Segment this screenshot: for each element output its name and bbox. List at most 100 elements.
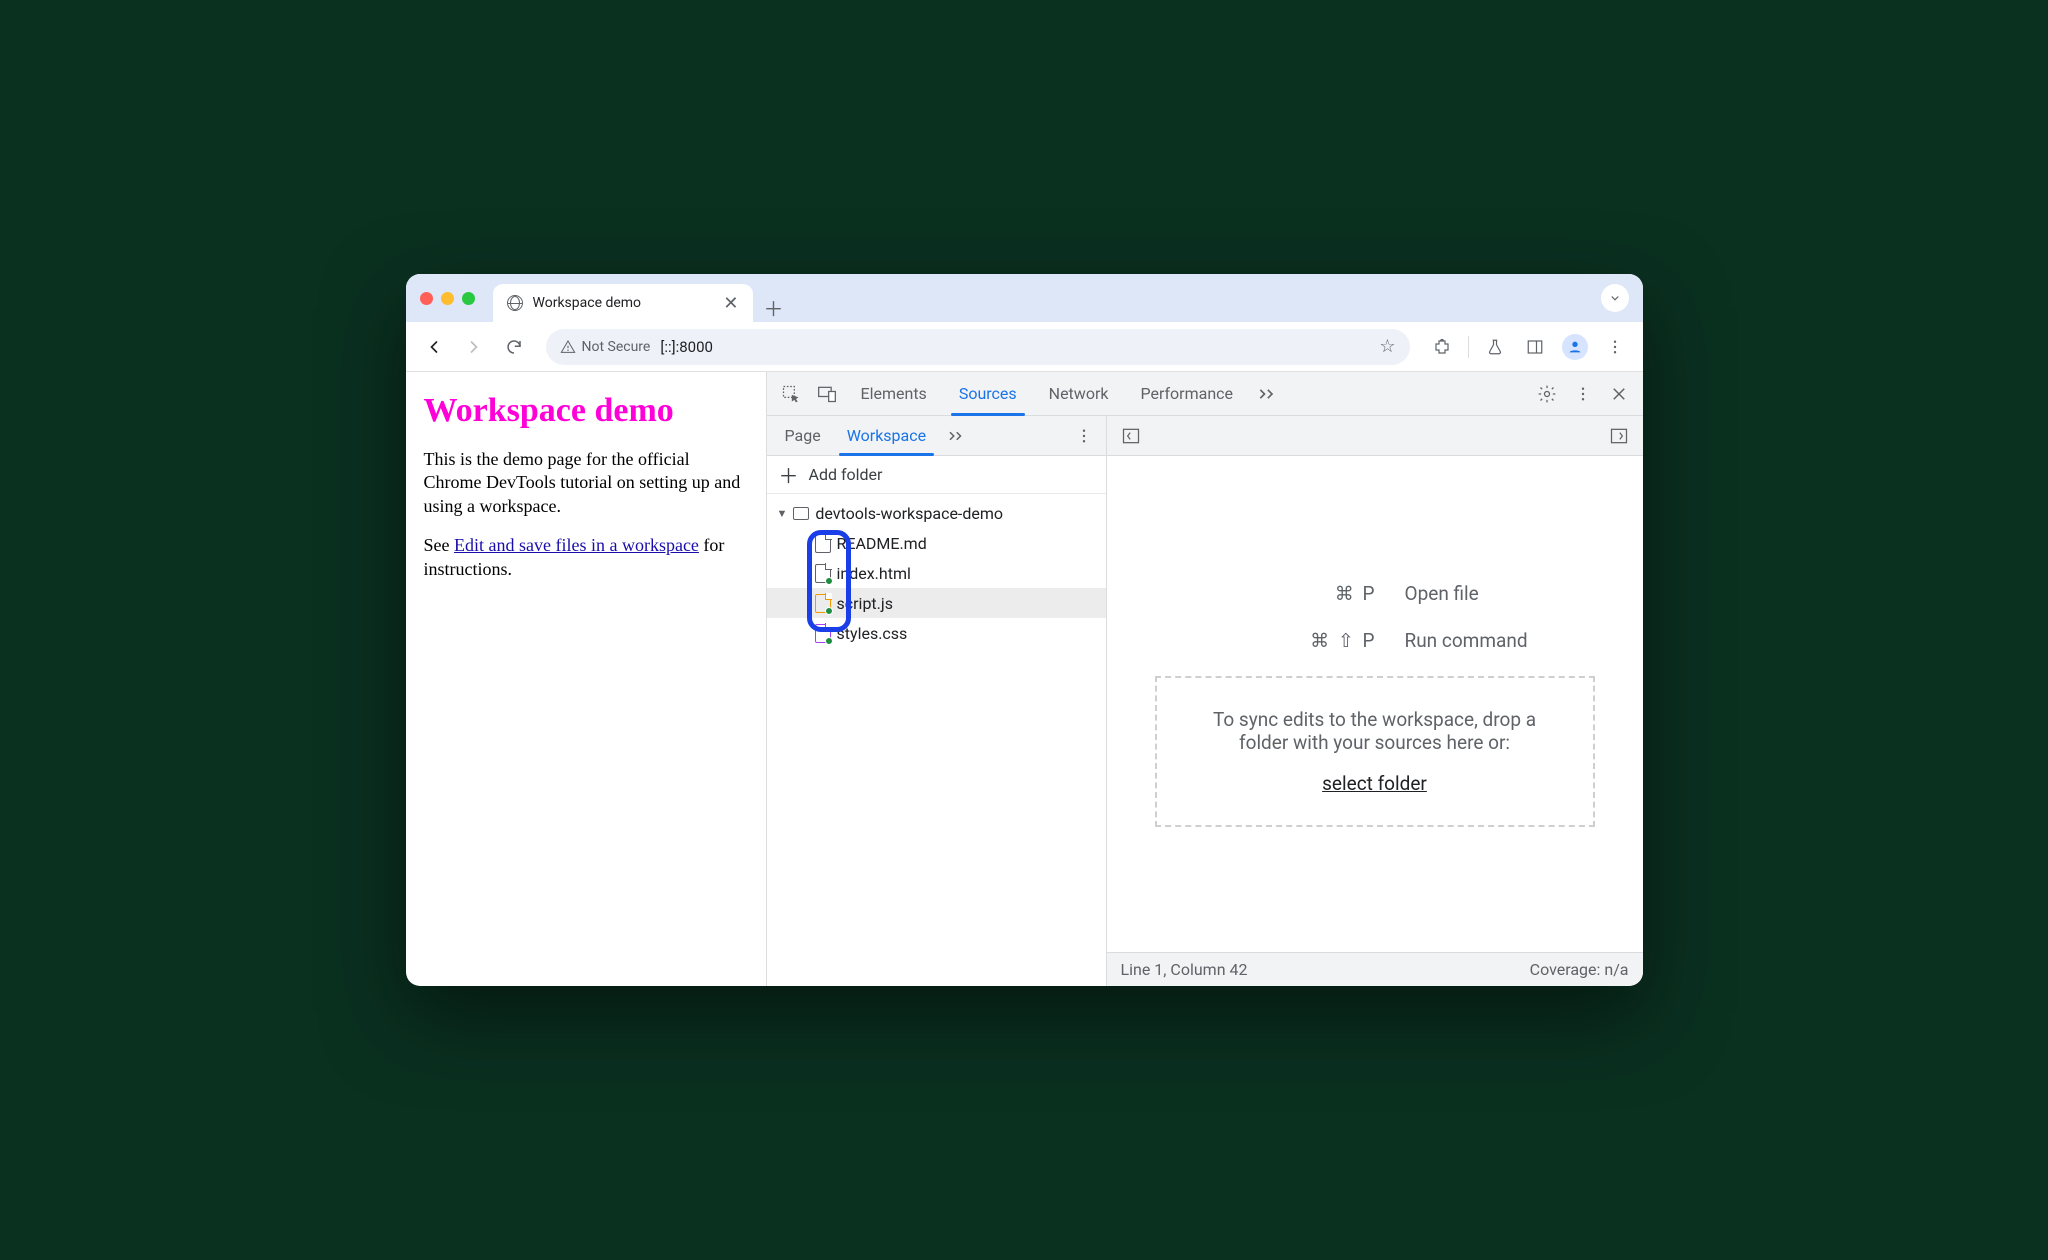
folder-icon — [793, 507, 809, 520]
shortcut-label: Run command — [1405, 629, 1565, 652]
page-paragraph-2: See Edit and save files in a workspace f… — [424, 534, 748, 581]
kebab-icon — [1606, 338, 1624, 356]
side-panel-button[interactable] — [1517, 329, 1553, 365]
file-label: styles.css — [837, 624, 908, 643]
reload-button[interactable] — [496, 329, 532, 365]
panel-left-icon — [1121, 426, 1141, 446]
arrow-left-icon — [424, 337, 444, 357]
folder-label: devtools-workspace-demo — [815, 504, 1003, 523]
tab-strip: Workspace demo ✕ ＋ — [493, 274, 789, 322]
profile-button[interactable] — [1557, 329, 1593, 365]
show-debugger-button[interactable] — [1603, 420, 1635, 452]
plus-icon: ＋ — [779, 460, 799, 489]
panel-right-icon — [1609, 426, 1629, 446]
labs-button[interactable] — [1477, 329, 1513, 365]
kebab-icon — [1574, 385, 1592, 403]
gear-icon — [1537, 384, 1557, 404]
sources-navigator: Page Workspace ＋ Add folder — [767, 416, 1107, 986]
page-heading: Workspace demo — [424, 392, 748, 430]
file-tree: ▼ devtools-workspace-demo README.md inde… — [767, 494, 1106, 986]
security-status[interactable]: Not Secure — [560, 339, 651, 355]
globe-icon — [507, 295, 523, 311]
inspect-element-button[interactable] — [775, 378, 807, 410]
tree-file-styles[interactable]: styles.css — [767, 618, 1106, 648]
synced-icon — [825, 637, 833, 645]
back-button[interactable] — [416, 329, 452, 365]
devtools-menu-button[interactable] — [1567, 378, 1599, 410]
close-icon — [1610, 385, 1628, 403]
select-folder-link[interactable]: select folder — [1322, 772, 1427, 795]
device-toolbar-button[interactable] — [811, 378, 843, 410]
tree-file-readme[interactable]: README.md — [767, 528, 1106, 558]
forward-button[interactable] — [456, 329, 492, 365]
file-icon — [815, 564, 831, 583]
panel-icon — [1526, 338, 1544, 356]
tab-sources[interactable]: Sources — [945, 372, 1031, 416]
close-window-button[interactable] — [420, 292, 433, 305]
tab-actions — [1601, 284, 1629, 312]
bookmark-button[interactable]: ☆ — [1379, 336, 1395, 357]
more-subtabs-button[interactable] — [940, 420, 972, 452]
shortcut-run-command: ⌘ ⇧ P Run command — [1185, 629, 1565, 652]
devtools-tabbar: Elements Sources Network Performance — [767, 372, 1643, 416]
subtab-workspace[interactable]: Workspace — [835, 416, 938, 456]
subtab-page[interactable]: Page — [773, 416, 833, 456]
browser-window: Workspace demo ✕ ＋ Not Secure [::]:8000 — [406, 274, 1643, 986]
tree-file-script[interactable]: script.js — [767, 588, 1106, 618]
tab-performance[interactable]: Performance — [1126, 372, 1247, 416]
browser-tab[interactable]: Workspace demo ✕ — [493, 284, 753, 322]
address-bar[interactable]: Not Secure [::]:8000 ☆ — [546, 329, 1410, 365]
sources-editor: ⌘ P Open file ⌘ ⇧ P Run command To sync … — [1107, 416, 1643, 986]
dropzone-text: To sync edits to the workspace, drop a f… — [1193, 708, 1557, 754]
cursor-position: Line 1, Column 42 — [1121, 960, 1248, 979]
page-paragraph-1: This is the demo page for the official C… — [424, 448, 748, 518]
editor-toolbar — [1107, 416, 1643, 456]
kebab-icon — [1075, 427, 1093, 445]
titlebar: Workspace demo ✕ ＋ — [406, 274, 1643, 322]
tabs-dropdown-button[interactable] — [1601, 284, 1629, 312]
add-folder-button[interactable]: ＋ Add folder — [767, 456, 1106, 494]
person-icon — [1567, 339, 1583, 355]
file-label: script.js — [837, 594, 893, 613]
tutorial-link[interactable]: Edit and save files in a workspace — [454, 535, 699, 555]
url-text: [::]:8000 — [660, 338, 713, 356]
minimize-window-button[interactable] — [441, 292, 454, 305]
file-icon — [815, 624, 831, 643]
navigator-tabs: Page Workspace — [767, 416, 1106, 456]
file-label: index.html — [837, 564, 911, 583]
close-devtools-button[interactable] — [1603, 378, 1635, 410]
synced-icon — [825, 607, 833, 615]
tab-title: Workspace demo — [533, 295, 642, 311]
devtools-panel: Elements Sources Network Performance — [766, 372, 1643, 986]
main-area: Workspace demo This is the demo page for… — [406, 372, 1643, 986]
editor-placeholder: ⌘ P Open file ⌘ ⇧ P Run command To sync … — [1107, 456, 1643, 952]
new-tab-button[interactable]: ＋ — [759, 292, 789, 322]
maximize-window-button[interactable] — [462, 292, 475, 305]
close-tab-icon[interactable]: ✕ — [723, 293, 738, 314]
chevron-down-icon — [1608, 291, 1622, 305]
more-tabs-button[interactable] — [1251, 378, 1283, 410]
add-folder-label: Add folder — [809, 465, 883, 484]
tab-elements[interactable]: Elements — [847, 372, 941, 416]
shortcut-open-file: ⌘ P Open file — [1185, 582, 1565, 605]
window-controls — [420, 292, 475, 305]
synced-icon — [825, 577, 833, 585]
extensions-button[interactable] — [1424, 329, 1460, 365]
show-navigator-button[interactable] — [1115, 420, 1147, 452]
security-label: Not Secure — [582, 339, 651, 355]
expand-arrow-icon[interactable]: ▼ — [777, 507, 788, 520]
file-icon — [815, 534, 831, 553]
navigator-menu-button[interactable] — [1068, 420, 1100, 452]
puzzle-icon — [1433, 338, 1451, 356]
warning-icon — [560, 339, 576, 355]
shortcut-keys: ⌘ P — [1267, 582, 1377, 605]
workspace-dropzone[interactable]: To sync edits to the workspace, drop a f… — [1155, 676, 1595, 827]
tree-file-index[interactable]: index.html — [767, 558, 1106, 588]
devtools-settings-button[interactable] — [1531, 378, 1563, 410]
separator — [1468, 336, 1469, 358]
browser-menu-button[interactable] — [1597, 329, 1633, 365]
tab-network[interactable]: Network — [1035, 372, 1123, 416]
tree-folder[interactable]: ▼ devtools-workspace-demo — [767, 498, 1106, 528]
devices-icon — [817, 384, 837, 404]
flask-icon — [1486, 338, 1504, 356]
